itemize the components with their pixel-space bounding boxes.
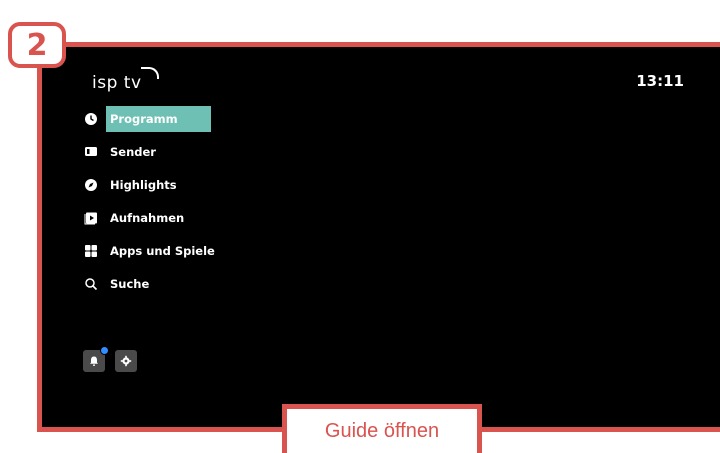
grid-icon [85, 245, 97, 257]
bottom-actions [83, 346, 137, 372]
tv-icon [85, 147, 97, 156]
notification-dot [100, 346, 109, 355]
step-number-badge: 2 [8, 22, 66, 68]
menu-item-sender[interactable]: Sender [83, 139, 219, 165]
logo-arc-icon [141, 67, 159, 79]
main-menu: Programm Sender Highlights Aufnahmen App… [83, 106, 219, 304]
menu-item-label: Suche [110, 277, 150, 291]
menu-item-label: Apps und Spiele [110, 244, 215, 258]
callout-label: Guide öffnen [324, 419, 440, 442]
menu-item-suche[interactable]: Suche [83, 271, 219, 297]
menu-item-apps-und-spiele[interactable]: Apps und Spiele [83, 238, 219, 264]
compass-icon [85, 179, 97, 191]
isp-tv-logo: isp tv [92, 73, 142, 93]
bell-icon [90, 356, 98, 366]
menu-item-highlights[interactable]: Highlights [83, 172, 219, 198]
clock: 13:11 [636, 72, 684, 90]
clock-icon [85, 113, 97, 125]
search-icon [85, 278, 98, 291]
play-square-icon [84, 212, 97, 225]
settings-button[interactable] [115, 350, 137, 372]
menu-item-label: Sender [110, 145, 156, 159]
notifications-button[interactable] [83, 346, 109, 372]
tv-screen: isp tv 13:11 Programm Sender Highlights [37, 42, 720, 432]
gear-icon [120, 355, 132, 367]
menu-item-label: Highlights [110, 178, 177, 192]
menu-item-programm[interactable]: Programm [83, 106, 219, 132]
step-number: 2 [26, 27, 48, 63]
menu-item-aufnahmen[interactable]: Aufnahmen [83, 205, 219, 231]
menu-item-label: Programm [106, 106, 211, 132]
menu-item-label: Aufnahmen [110, 211, 185, 225]
guide-open-callout: Guide öffnen [282, 404, 482, 453]
